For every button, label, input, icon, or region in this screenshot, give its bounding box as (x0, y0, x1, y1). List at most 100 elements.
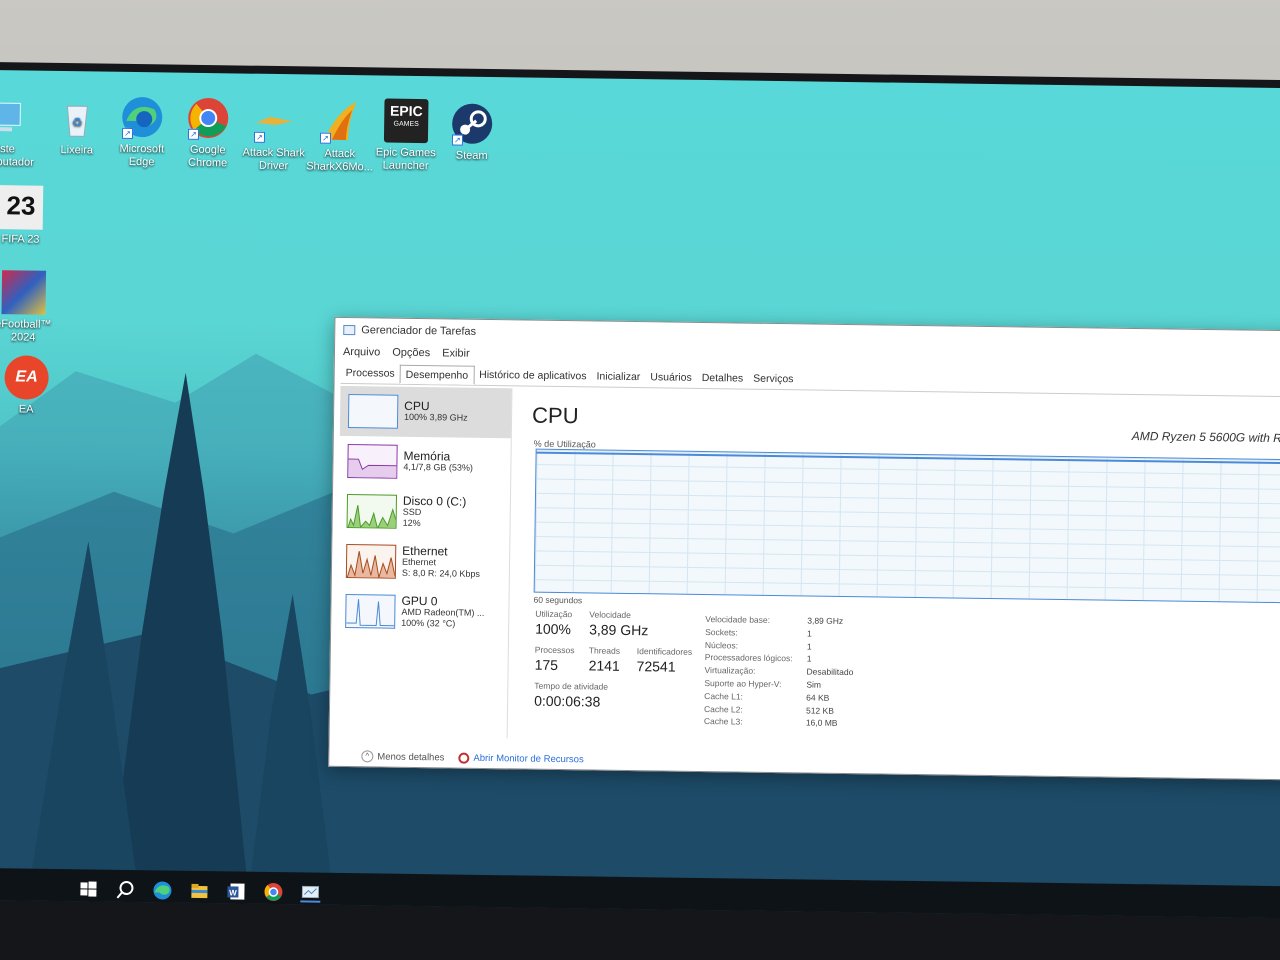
desktop-icon-label: FIFA 23 (1, 233, 40, 246)
resource-list: CPU 100% 3,89 GHz Memória 4,1/7,8 GB (53… (335, 385, 513, 739)
resource-monitor-link[interactable]: Abrir Monitor de Recursos (458, 752, 584, 765)
desktop-icon-fifa23[interactable]: 23 FIFA 23 (0, 185, 56, 247)
tab-processes[interactable]: Processos (341, 364, 400, 384)
stat-speed: Velocidade 3,89 GHz (589, 609, 649, 638)
menu-bar: Arquivo Opções Exibir (343, 346, 470, 360)
stat-label: Velocidade (589, 609, 632, 621)
desktop-icon-recycle-bin[interactable]: ♻ Lixeira (42, 96, 113, 158)
resource-sub: SSD (402, 506, 422, 517)
word-icon[interactable]: W (226, 881, 246, 901)
desktop-icon-attack-shark-x6[interactable]: ↗ Attack SharkX6Mo... (304, 99, 375, 174)
desktop-icon-epic-games[interactable]: EPIC GAMES Epic Games Launcher (370, 98, 441, 173)
desktop-icon-label: Microsoft Edge (119, 142, 165, 169)
fifa23-icon: 23 (0, 185, 44, 230)
cpu-utilization-graph (533, 448, 1280, 604)
detail-value: Desabilitado (806, 666, 854, 678)
chrome-icon: ↗ (186, 96, 231, 141)
menu-view[interactable]: Exibir (442, 347, 470, 359)
tab-performance[interactable]: Desempenho (399, 364, 475, 385)
epic-games-icon: EPIC GAMES (383, 98, 429, 144)
shortcut-arrow-icon: ↗ (451, 134, 464, 146)
stat-value: 0:00:06:38 (534, 692, 601, 710)
window-title-bar[interactable]: Gerenciador de Tarefas (343, 324, 476, 338)
desktop: Este Computador ♻ Lixeira ↗ Microsoft Ed… (0, 70, 1280, 919)
desktop-icon-label: Attack SharkX6Mo... (306, 147, 373, 174)
desktop-icon-this-pc[interactable]: Este Computador (0, 95, 40, 170)
resource-item-cpu[interactable]: CPU 100% 3,89 GHz (339, 385, 512, 439)
file-explorer-icon[interactable] (189, 881, 209, 901)
detail-value: 1 (806, 653, 812, 664)
stat-utilization: Utilização 100% (535, 609, 572, 638)
resource-sub: 100% 3,89 GHz (404, 411, 468, 423)
cpu-details: Velocidade base: 3,89 GHz Sockets: 1 Núcle… (704, 613, 854, 730)
epic-logo-text: EPIC (389, 102, 423, 120)
tab-app-history[interactable]: Histórico de aplicativos (474, 366, 592, 387)
start-icon[interactable] (78, 879, 98, 899)
resource-item-memory[interactable]: Memória 4,1/7,8 GB (53%) (339, 436, 511, 488)
resource-item-gpu[interactable]: GPU 0 AMD Radeon(TM) ... 100% (32 °C) (337, 586, 509, 638)
photo-scene: Este Computador ♻ Lixeira ↗ Microsoft Ed… (0, 0, 1280, 960)
shortcut-arrow-icon: ↗ (121, 127, 134, 140)
ea-logo-text: EA (15, 368, 38, 386)
desktop-icon-label: Attack Shark Driver (242, 146, 306, 173)
edge-icon: ↗ (120, 95, 165, 140)
chevron-up-icon: ^ (361, 750, 374, 763)
resource-name: CPU (404, 398, 430, 414)
edge-icon[interactable] (152, 880, 172, 900)
shortcut-arrow-icon: ↗ (253, 131, 266, 143)
efootball-icon (1, 270, 47, 315)
window-title: Gerenciador de Tarefas (361, 324, 477, 338)
desktop-icon-ea[interactable]: EA EA (0, 355, 62, 417)
desktop-icon-chrome[interactable]: ↗ Google Chrome (173, 96, 244, 171)
steam-icon: ↗ (450, 101, 495, 146)
desktop-icon-label: EA (18, 403, 34, 416)
less-details-label: Menos detalhes (377, 750, 445, 763)
shortcut-arrow-icon: ↗ (187, 128, 200, 140)
menu-options[interactable]: Opções (392, 347, 430, 360)
task-manager-icon[interactable] (300, 882, 321, 903)
desktop-icon-steam[interactable]: ↗ Steam (437, 101, 508, 163)
desktop-icon-efootball[interactable]: eFootball™ 2024 (0, 270, 59, 345)
attack-shark-x6-icon: ↗ (318, 100, 363, 145)
resource-item-disk[interactable]: Disco 0 (C:) SSD 12% (338, 486, 510, 538)
cpu-graph-line (536, 451, 1280, 465)
desktop-icon-edge[interactable]: ↗ Microsoft Edge (107, 95, 178, 170)
stat-label: Tempo de atividade (534, 680, 609, 692)
resource-monitor-label: Abrir Monitor de Recursos (473, 752, 584, 765)
resource-sub: Ethernet (401, 556, 437, 567)
stat-processes: Processos 175 (535, 645, 575, 674)
svg-text:W: W (229, 888, 237, 897)
search-icon[interactable] (115, 880, 135, 900)
detail-value: 3,89 GHz (807, 615, 844, 626)
time-axis-label: 60 segundos (533, 594, 583, 606)
epic-logo-subtext: GAMES (393, 120, 419, 128)
resource-sub: AMD Radeon(TM) ... (401, 606, 485, 618)
detail-value: 16,0 MB (805, 717, 838, 729)
desktop-icon-label: Google Chrome (187, 143, 228, 170)
desktop-icon-attack-shark-driver[interactable]: ↗ Attack Shark Driver (238, 98, 309, 173)
gpu-thumbnail-graph (345, 594, 396, 629)
menu-file[interactable]: Arquivo (343, 346, 380, 359)
tab-users[interactable]: Usuários (645, 368, 697, 388)
detail-value: 1 (806, 641, 812, 652)
less-details-button[interactable]: ^ Menos detalhes (361, 750, 444, 763)
cpu-title: CPU (531, 402, 579, 429)
stat-value: 3,89 GHz (589, 621, 649, 639)
desktop-icon-label: Steam (455, 149, 488, 162)
recycle-bin-icon: ♻ (55, 96, 100, 141)
resource-name: Disco 0 (C:) (402, 493, 467, 509)
chrome-icon[interactable] (263, 882, 283, 902)
desktop-icon-label: Este Computador (0, 143, 34, 169)
resource-item-ethernet[interactable]: Ethernet Ethernet S: 8,0 R: 24,0 Kbps (338, 536, 510, 588)
task-manager-window: Gerenciador de Tarefas Arquivo Opções Ex… (328, 316, 1280, 781)
resource-name: GPU 0 (401, 593, 438, 608)
tab-startup[interactable]: Inicializar (591, 367, 645, 387)
stat-label: Threads (588, 645, 621, 656)
tab-details[interactable]: Detalhes (697, 369, 749, 389)
tab-services[interactable]: Serviços (748, 370, 799, 390)
attack-shark-driver-icon: ↗ (252, 99, 297, 144)
resource-sub-2: 12% (402, 517, 421, 528)
resource-name: Ethernet (402, 543, 448, 558)
resource-sub: 4,1/7,8 GB (53%) (403, 461, 473, 473)
stat-value: 175 (534, 656, 559, 673)
